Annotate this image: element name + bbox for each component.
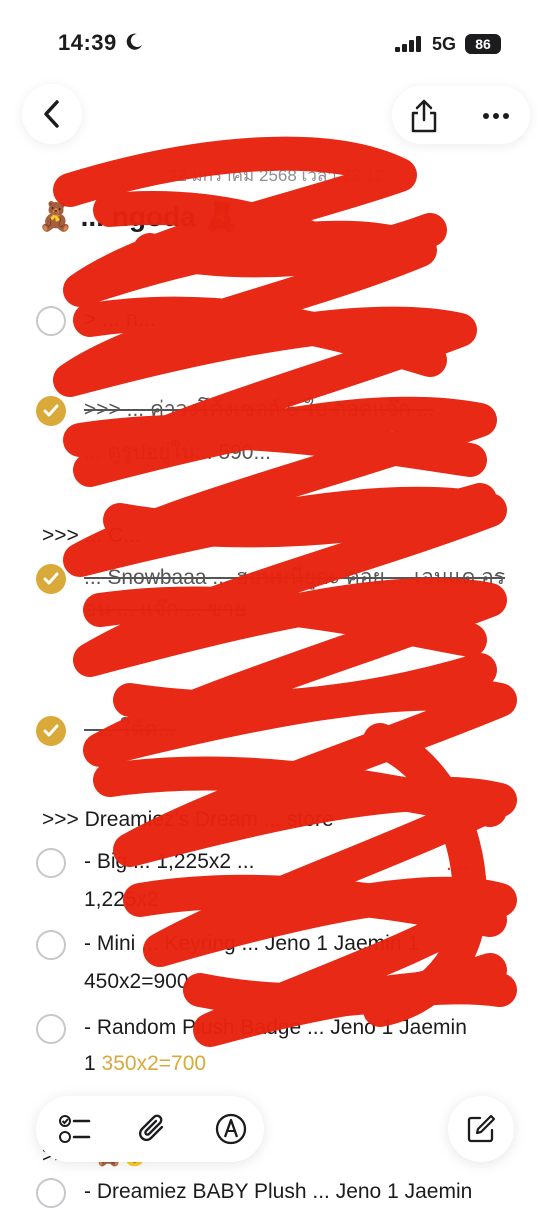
mini-price-line: 450x2=900	[84, 970, 189, 993]
badge-price-prefix: 1	[84, 1052, 96, 1075]
checked-circle-icon[interactable]	[36, 564, 66, 594]
signal-icon	[395, 36, 421, 52]
unchecked-circle-icon[interactable]	[36, 848, 66, 878]
checklist-item-text: ... Snowbaaa ... ฮอนมนี่ยูกะ คอย ... เอน…	[84, 566, 506, 621]
back-button[interactable]	[22, 84, 82, 144]
share-icon[interactable]	[404, 96, 444, 136]
checklist-item-text: - ... ใต้ด...	[84, 718, 176, 741]
status-time: 14:39	[58, 30, 117, 55]
network-label: 5G	[432, 34, 457, 54]
unchecked-circle-icon[interactable]	[36, 1014, 66, 1044]
checklist-icon[interactable]	[58, 1112, 92, 1146]
badge-price-line: 1 350x2=700	[84, 1052, 206, 1076]
big-price-line: 1,225x2	[84, 888, 159, 911]
unchecked-circle-icon[interactable]	[36, 306, 66, 336]
more-icon[interactable]	[476, 96, 516, 136]
note-date: 22 มกราคม 2568 เวลา 23:12	[167, 166, 385, 185]
chevron-left-icon	[44, 100, 59, 128]
badge-price: 350x2=700	[101, 1052, 207, 1075]
unchecked-circle-icon[interactable]	[36, 930, 66, 960]
note-title: 🧸 ... ngoda 🧸	[38, 201, 239, 232]
paperclip-icon[interactable]	[136, 1112, 170, 1146]
checklist-item-text: >>> ... ค่าวงโค้งเซลล์ 5 ใบ ถอดแจ๊ก ...	[84, 398, 435, 421]
checklist-item-text: - Dreamiez BABY Plush ... Jeno 1 Jaemin	[84, 1180, 473, 1203]
note-actions	[392, 86, 530, 144]
item2-second-line: ... ดูรูปอยู่ใน... 590...	[84, 441, 271, 464]
compose-button[interactable]	[448, 1096, 514, 1162]
note-line: >>> ... C...	[42, 524, 141, 547]
unchecked-circle-icon[interactable]	[36, 1178, 66, 1208]
moon-icon	[126, 33, 142, 50]
checklist-item-text: - Big ... 1,225x2 ...	[84, 850, 255, 873]
markup-pen-icon[interactable]	[214, 1112, 248, 1146]
checked-circle-icon[interactable]	[36, 716, 66, 746]
checklist-item-text: > ... ก...	[84, 308, 156, 331]
note-line: >>> Dreamiez's Dream ... store	[42, 808, 334, 831]
jaemin-suffix: ....	[446, 852, 470, 875]
checklist-item-text: - Random Plush Badge ... Jeno 1 Jaemin	[84, 1016, 467, 1039]
checked-circle-icon[interactable]	[36, 396, 66, 426]
status-bar: 14:39 5G 86	[0, 0, 552, 80]
editing-toolbar	[36, 1096, 264, 1162]
battery-indicator: 86	[465, 34, 501, 54]
compose-icon	[467, 1114, 496, 1143]
checklist-item-text: - Mini ... Keyring ... Jeno 1 Jaemin 1	[84, 932, 419, 955]
